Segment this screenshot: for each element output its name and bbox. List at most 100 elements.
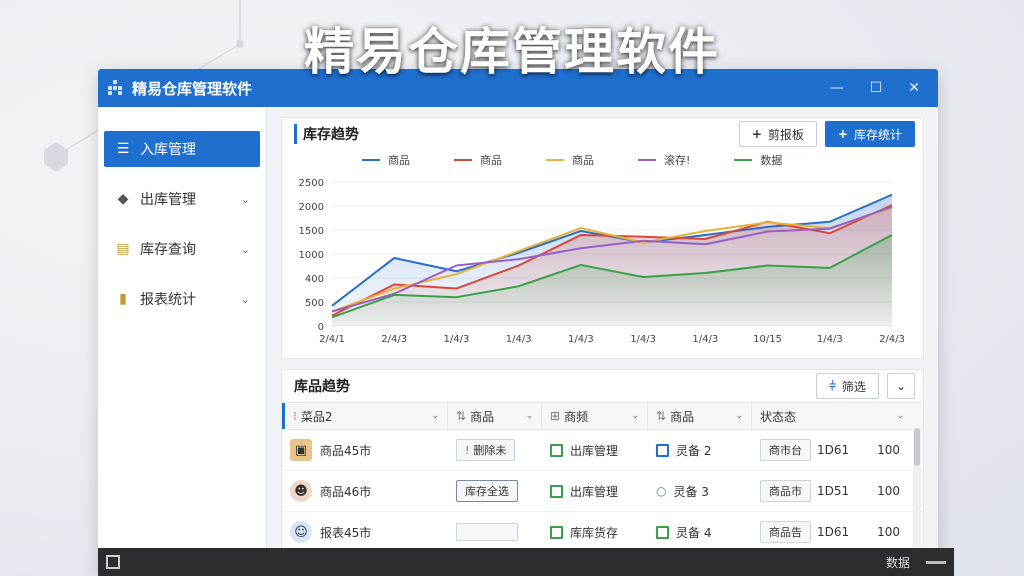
column-label: 商品 — [470, 409, 495, 424]
filter-dropdown-button[interactable]: ⌄ — [886, 373, 915, 399]
x-tick-label: 1/4/3 — [817, 334, 843, 345]
column-header-frequency[interactable]: ⊞ 商频 ⌄ — [542, 403, 648, 429]
inventory-trend-panel: 库存趋势 + 剪报板 + 库存统计 商品 商品 商品 滚存! 数据 2500 2000 15… — [281, 117, 924, 359]
row-status: 商品市 — [760, 480, 811, 502]
row-name: 商品46市 — [320, 484, 372, 499]
scrollbar-thumb[interactable] — [914, 428, 920, 466]
row-status: 商品告 — [760, 521, 811, 543]
column-header-name[interactable]: ⁝ 菜品2 ⌄ — [282, 403, 448, 429]
filter-icon: ⫩ — [829, 378, 836, 393]
x-tick-label: 10/15 — [753, 334, 782, 345]
x-tick-label: 2/4/3 — [381, 334, 407, 345]
chevron-down-icon: ⌄ — [240, 242, 250, 256]
sidebar-item-inbound[interactable]: ☰ 入库管理 — [104, 131, 260, 167]
taskbar-label: 数据 — [885, 555, 910, 570]
row-number: 100 — [877, 484, 900, 498]
row-tag-empty[interactable] — [456, 523, 518, 541]
list-icon: ☰ — [116, 141, 130, 157]
table-panel-title: 库品趋势 — [294, 379, 350, 395]
x-tick-label: 1/4/3 — [692, 334, 718, 345]
column-label: 商品 — [670, 409, 695, 424]
filter-button-label: 筛选 — [841, 379, 866, 394]
column-header-status[interactable]: 状态态 ⌄ — [752, 403, 912, 429]
chevron-down-icon: ⌄ — [735, 411, 743, 421]
taskbar-indicator — [926, 560, 946, 564]
table-header: ⁝ 菜品2 ⌄ ⇅ 商品 ⌄ ⊞ 商频 ⌄ ⇅ 商品 ⌄ 状态态 ⌄ — [282, 402, 923, 430]
person-avatar: ☺ — [290, 521, 312, 543]
sidebar-item-label: 库存查询 — [140, 242, 196, 258]
column-label: 状态态 — [760, 409, 797, 424]
table-scrollbar[interactable] — [913, 428, 921, 550]
y-tick-label: 2500 — [299, 178, 324, 189]
y-tick-label: 500 — [305, 298, 324, 309]
row-category: 出库管理 — [570, 484, 619, 499]
row-status: 商市台 — [760, 439, 811, 461]
green-square-icon — [656, 525, 669, 539]
chevron-down-icon: ⌄ — [240, 192, 250, 206]
column-header-product[interactable]: ⇅ 商品 ⌄ — [448, 403, 542, 429]
row-item: 灵备 4 — [676, 525, 712, 540]
app-window: 精易仓库管理软件 — ☐ ✕ ☰ 入库管理 ◆ 出库管理 ⌄ ▤ 库存查询 ⌄ … — [98, 69, 938, 576]
row-code: 1D61 — [817, 443, 850, 457]
row-name: 报表45市 — [320, 525, 372, 540]
row-code: 1D51 — [817, 484, 850, 498]
sidebar-item-label: 出库管理 — [140, 192, 196, 208]
main-content: 库存趋势 + 剪报板 + 库存统计 商品 商品 商品 滚存! 数据 2500 2000 15… — [267, 107, 938, 576]
x-tick-label: 1/4/3 — [506, 334, 532, 345]
search-icon: ○ — [656, 484, 667, 498]
column-label: 商频 — [564, 409, 589, 424]
chevron-down-icon: ⌄ — [240, 292, 250, 306]
table-row[interactable]: ☻ 商品46市 库存全选 出库管理 ○ 灵备 3 商品市 1D51 100 — [282, 471, 923, 512]
row-item: 灵备 3 — [673, 484, 709, 499]
inventory-stats-button[interactable]: + 库存统计 — [824, 121, 915, 147]
table-row[interactable]: ☺ 报表45市 库库货存 灵备 4 商品告 1D61 100 — [282, 512, 923, 553]
sort-icon: ⁝ — [293, 409, 297, 423]
chevron-down-icon: ⌄ — [896, 411, 904, 421]
document-icon: ▤ — [116, 241, 130, 257]
chart-panel-title: 库存趋势 — [294, 124, 359, 144]
box-icon: ◆ — [117, 191, 129, 207]
row-tag[interactable]: 库存全选 — [456, 480, 518, 502]
column-label: 菜品2 — [300, 409, 333, 424]
y-tick-label: 2000 — [299, 202, 324, 213]
person-avatar: ☻ — [290, 480, 312, 502]
table-row[interactable]: ▣ 商品45市 ! 删除未 出库管理 灵备 2 商市台 1D61 100 — [282, 430, 923, 471]
bar-chart-icon: ▮ — [119, 291, 127, 307]
taskbar: 数据 — [98, 548, 954, 576]
start-icon[interactable] — [106, 555, 120, 569]
x-tick-label: 1/4/3 — [568, 334, 594, 345]
sidebar-item-inventory[interactable]: ▤ 库存查询 ⌄ — [104, 231, 260, 267]
filter-button[interactable]: ⫩ 筛选 — [816, 373, 879, 399]
green-square-icon — [550, 443, 563, 457]
blue-square-icon — [656, 443, 669, 457]
sidebar: ☰ 入库管理 ◆ 出库管理 ⌄ ▤ 库存查询 ⌄ ▮ 报表统计 ⌄ — [98, 107, 267, 576]
x-tick-label: 1/4/3 — [630, 334, 656, 345]
chevron-down-icon: ⌄ — [631, 411, 639, 421]
overlay-title: 精易仓库管理软件 — [304, 23, 720, 81]
chevron-down-icon: ⌄ — [525, 411, 533, 421]
clipboard-button-label: 剪报板 — [767, 127, 804, 142]
column-header-item[interactable]: ⇅ 商品 ⌄ — [648, 403, 752, 429]
sort-icon: ⇅ — [656, 409, 667, 423]
chevron-down-icon: ⌄ — [895, 379, 906, 393]
sidebar-item-reports[interactable]: ▮ 报表统计 ⌄ — [104, 281, 260, 317]
clipboard-button[interactable]: + 剪报板 — [738, 121, 817, 147]
x-tick-label: 2/4/3 — [879, 334, 905, 345]
sidebar-item-label: 报表统计 — [140, 292, 196, 308]
chevron-down-icon: ⌄ — [431, 411, 439, 421]
row-number: 100 — [877, 443, 900, 457]
y-tick-label: 1000 — [299, 250, 324, 261]
green-square-icon — [550, 484, 563, 498]
row-code: 1D61 — [817, 525, 850, 539]
sidebar-item-outbound[interactable]: ◆ 出库管理 ⌄ — [104, 181, 260, 217]
trend-chart: 2500 2000 1500 1000 400 500 02/4/1 2/4/3 1/4/3 1/… — [299, 178, 905, 345]
product-trend-panel: 库品趋势 ⫩ 筛选 ⌄ ⁝ 菜品2 ⌄ ⇅ 商品 ⌄ ⊞ 商频 ⌄ ⇅ 商品 ⌄… — [281, 369, 924, 557]
plus-icon: + — [751, 127, 762, 141]
x-tick-label: 2/4/1 — [319, 334, 345, 345]
row-tag[interactable]: ! 删除未 — [456, 439, 516, 461]
row-number: 100 — [877, 525, 900, 539]
chart-area: 商品 商品 商品 滚存! 数据 2500 2000 1500 1000 400 500 0 2/4/1… — [282, 150, 923, 355]
green-square-icon — [550, 525, 563, 539]
grid-icon: ⊞ — [550, 409, 561, 423]
row-category: 库库货存 — [570, 525, 619, 540]
